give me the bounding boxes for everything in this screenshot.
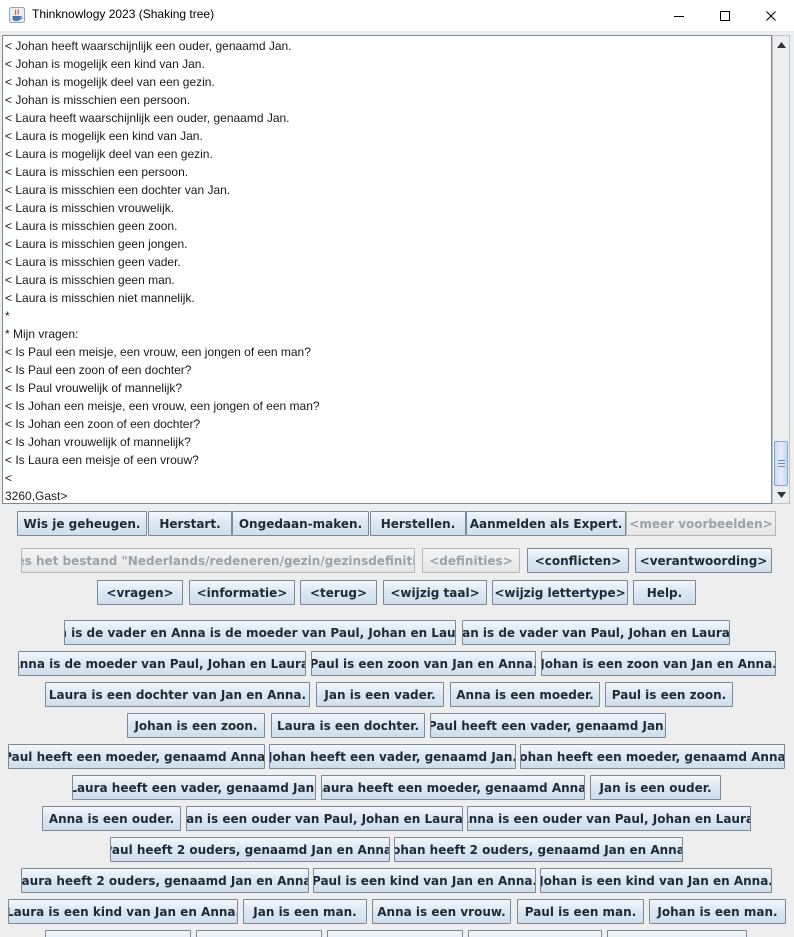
scroll-up-button[interactable]	[774, 37, 789, 52]
sentence-button[interactable]: Jan is de vader van Paul, Johan en Laura…	[462, 620, 730, 645]
output-line: < Johan heeft waarschijnlijk een ouder, …	[5, 39, 292, 53]
sentence-button[interactable]: Laura is een dochter van Jan en Anna.	[45, 682, 310, 707]
sentence-button[interactable]: Jan is een ouder van Paul, Johan en Laur…	[186, 806, 463, 831]
maximize-icon	[720, 10, 730, 21]
sentence-button[interactable]: Laura heeft een moeder, genaamd Anna.	[321, 775, 585, 800]
sentence-button-cut-off[interactable]	[45, 930, 191, 937]
output-line: <	[5, 471, 13, 485]
sentence-button-cut-off[interactable]	[327, 930, 463, 937]
sentence-button[interactable]: Paul is een zoon.	[605, 682, 733, 707]
command-button[interactable]: Lees het bestand "Nederlands/redeneren/g…	[21, 548, 415, 573]
sentence-button[interactable]: Anna is een ouder.	[42, 806, 181, 831]
command-button[interactable]: Ongedaan-maken.	[232, 511, 369, 536]
grip-line	[778, 460, 785, 461]
output-line: 3260,Gast>	[5, 489, 68, 503]
close-button[interactable]	[748, 0, 794, 31]
close-icon	[766, 10, 776, 21]
sentence-button[interactable]: Johan is een man.	[649, 899, 786, 924]
output-line: < Is Johan een zoon of een dochter?	[5, 417, 201, 431]
sentence-button[interactable]: Laura heeft een vader, genaamd Jan.	[72, 775, 316, 800]
sentence-button[interactable]: Johan heeft een vader, genaamd Jan.	[269, 744, 516, 769]
sentence-button[interactable]: Anna is een ouder van Paul, Johan en Lau…	[467, 806, 751, 831]
output-line: < Johan is mogelijk deel van een gezin.	[5, 75, 215, 89]
application-window: Thinknowlogy 2023 (Shaking tree) < Johan…	[0, 0, 794, 937]
sentence-button[interactable]: Paul heeft een moeder, genaamd Anna.	[8, 744, 265, 769]
command-button[interactable]: <conflicten>	[527, 548, 629, 573]
sentence-button-cut-off[interactable]	[196, 930, 322, 937]
vertical-scrollbar[interactable]	[772, 35, 790, 504]
output-line: < Is Johan een meisje, een vrouw, een jo…	[5, 399, 320, 413]
window-title: Thinknowlogy 2023 (Shaking tree)	[32, 7, 215, 21]
scroll-down-button[interactable]	[774, 487, 789, 502]
sentence-button[interactable]: Jan is een man.	[243, 899, 367, 924]
sentence-button[interactable]: Johan heeft 2 ouders, genaamd Jan en Ann…	[394, 837, 683, 862]
output-line: < Is Paul een zoon of een dochter?	[5, 363, 192, 377]
minimize-icon	[674, 15, 684, 17]
output-line: < Johan is mogelijk een kind van Jan.	[5, 57, 205, 71]
sentence-button[interactable]: Laura heeft 2 ouders, genaamd Jan en Ann…	[21, 868, 309, 893]
command-button[interactable]: <meer voorbeelden>	[626, 511, 776, 536]
command-button[interactable]: <wijzig lettertype>	[492, 580, 628, 605]
sentence-button[interactable]: Laura is een kind van Jan en Anna.	[8, 899, 238, 924]
command-button[interactable]: Herstellen.	[370, 511, 466, 536]
output-line: < Laura is misschien niet mannelijk.	[5, 291, 195, 305]
sentence-button[interactable]: Anna is een vrouw.	[372, 899, 511, 924]
sentence-button[interactable]: Jan is een ouder.	[590, 775, 721, 800]
sentence-button-cut-off[interactable]	[468, 930, 602, 937]
output-line: < Laura is mogelijk deel van een gezin.	[5, 147, 213, 161]
grip-line	[778, 463, 785, 464]
command-button[interactable]: <wijzig taal>	[383, 580, 487, 605]
output-line: < Is Paul vrouwelijk of mannelijk?	[5, 381, 183, 395]
output-line: * Mijn vragen:	[5, 327, 79, 341]
sentence-button[interactable]: Jan is een vader.	[316, 682, 444, 707]
sentence-button-cut-off[interactable]	[607, 930, 747, 937]
sentence-button[interactable]: Laura is een dochter.	[271, 713, 425, 738]
sentence-button[interactable]: Paul heeft een vader, genaamd Jan.	[430, 713, 666, 738]
output-line: < Laura is misschien geen vader.	[5, 255, 181, 269]
output-line: < Laura is misschien geen man.	[5, 273, 175, 287]
sentence-button[interactable]: Johan is een zoon.	[127, 713, 265, 738]
command-button[interactable]: <definities>	[422, 548, 520, 573]
command-button[interactable]: Help.	[633, 580, 696, 605]
output-line: < Laura heeft waarschijnlijk een ouder, …	[5, 111, 290, 125]
sentence-button[interactable]: Anna is de moeder van Paul, Johan en Lau…	[18, 651, 306, 676]
output-line: < Laura is misschien geen jongen.	[5, 237, 188, 251]
output-line: < Johan is misschien een persoon.	[5, 93, 191, 107]
sentence-button[interactable]: Johan is een zoon van Jan en Anna.	[541, 651, 776, 676]
output-line: < Is Johan vrouwelijk of mannelijk?	[5, 435, 191, 449]
sentence-button[interactable]: Paul heeft 2 ouders, genaamd Jan en Anna…	[110, 837, 390, 862]
maximize-button[interactable]	[702, 0, 748, 31]
command-button[interactable]: Wis je geheugen.	[17, 511, 147, 536]
sentence-button[interactable]: Johan heeft een moeder, genaamd Anna.	[520, 744, 785, 769]
command-button[interactable]: Herstart.	[148, 511, 232, 536]
command-button[interactable]: <verantwoording>	[635, 548, 772, 573]
sentence-button[interactable]: Paul is een man.	[517, 899, 644, 924]
sentence-button[interactable]: Johan is een kind van Jan en Anna.	[540, 868, 772, 893]
output-line: < Laura is misschien een dochter van Jan…	[5, 183, 231, 197]
output-line: < Laura is misschien vrouwelijk.	[5, 201, 175, 215]
output-line: < Laura is misschien geen zoon.	[5, 219, 178, 233]
scroll-up-icon	[777, 41, 786, 48]
command-button[interactable]: <informatie>	[189, 580, 295, 605]
sentence-button[interactable]: Paul is een kind van Jan en Anna.	[313, 868, 536, 893]
output-line: < Is Paul een meisje, een vrouw, een jon…	[5, 345, 311, 359]
minimize-button[interactable]	[656, 0, 702, 31]
scroll-thumb[interactable]	[774, 441, 788, 486]
scroll-down-icon	[777, 491, 786, 498]
sentence-button[interactable]: Paul is een zoon van Jan en Anna.	[311, 651, 536, 676]
output-line: < Laura is misschien een persoon.	[5, 165, 189, 179]
java-app-icon	[9, 7, 25, 23]
sentence-button[interactable]: Jan is de vader en Anna is de moeder van…	[64, 620, 456, 645]
output-line: *	[5, 309, 10, 323]
command-button[interactable]: <vragen>	[97, 580, 183, 605]
sentence-button[interactable]: Anna is een moeder.	[450, 682, 600, 707]
grip-line	[778, 466, 785, 467]
output-text-area[interactable]: < Johan heeft waarschijnlijk een ouder, …	[2, 35, 772, 504]
output-line: < Laura is mogelijk een kind van Jan.	[5, 129, 203, 143]
title-bar[interactable]: Thinknowlogy 2023 (Shaking tree)	[0, 0, 794, 32]
command-button[interactable]: <terug>	[300, 580, 377, 605]
command-button[interactable]: Aanmelden als Expert.	[466, 511, 626, 536]
output-line: < Is Laura een meisje of een vrouw?	[5, 453, 199, 467]
